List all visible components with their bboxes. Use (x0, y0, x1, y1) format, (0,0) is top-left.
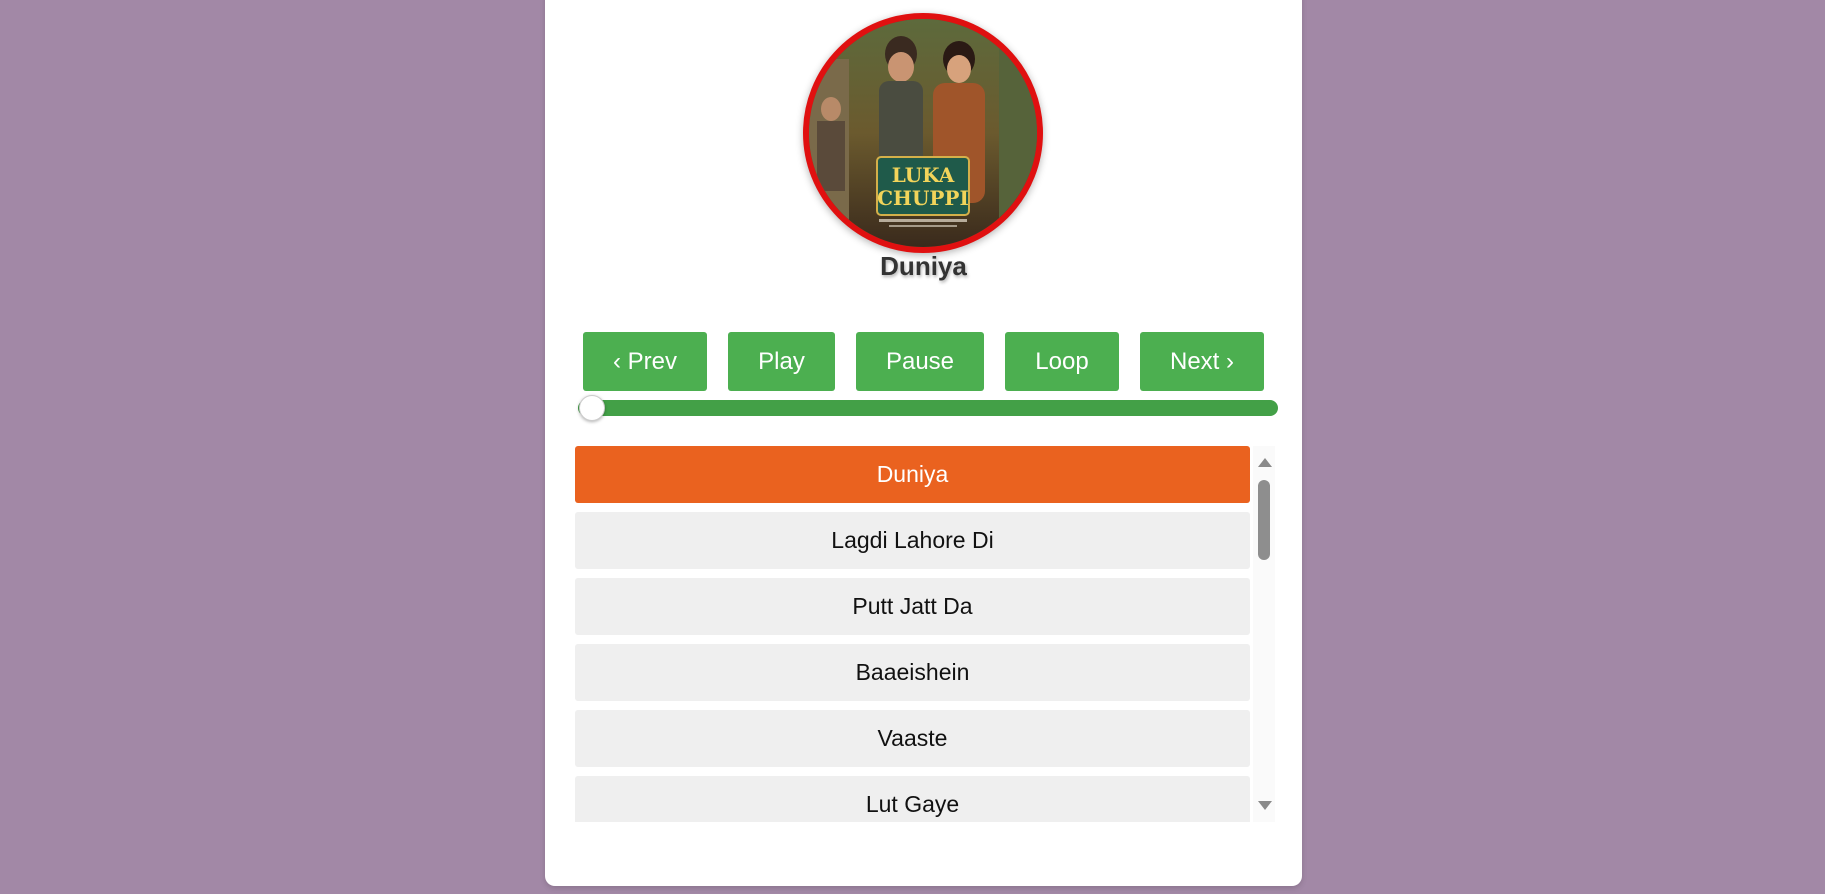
now-playing-title: Duniya (880, 251, 967, 281)
pause-button[interactable]: Pause (856, 332, 984, 391)
playlist-item[interactable]: Baaeishein (575, 644, 1250, 701)
scroll-down-arrow-icon[interactable] (1258, 801, 1272, 810)
cover-logo-line1: LUKA (892, 163, 955, 187)
playlist: Duniya Lagdi Lahore Di Putt Jatt Da Baaeish… (575, 446, 1275, 822)
scroll-up-arrow-icon[interactable] (1258, 458, 1272, 467)
prev-button[interactable]: ‹ Prev (583, 332, 707, 391)
playlist-item[interactable]: Vaaste (575, 710, 1250, 767)
play-button[interactable]: Play (728, 332, 835, 391)
cover-logo-line2: CHUPPI (877, 186, 969, 210)
album-cover: LUKA CHUPPI (803, 13, 1043, 253)
playlist-item[interactable]: Lut Gaye (575, 776, 1250, 822)
playlist-item[interactable]: Lagdi Lahore Di (575, 512, 1250, 569)
progress-slider-thumb[interactable] (579, 395, 605, 421)
progress-slider[interactable] (578, 395, 1278, 421)
playlist-items: Duniya Lagdi Lahore Di Putt Jatt Da Baaeish… (575, 446, 1250, 822)
loop-button[interactable]: Loop (1005, 332, 1119, 391)
playback-controls: ‹ Prev Play Pause Loop Next › (545, 332, 1302, 391)
player-card: LUKA CHUPPI Duniya ‹ Prev Play Pause Loo… (545, 0, 1302, 886)
album-cover-art: LUKA CHUPPI (809, 19, 1037, 247)
playlist-item[interactable]: Putt Jatt Da (575, 578, 1250, 635)
next-button[interactable]: Next › (1140, 332, 1264, 391)
scrollbar-thumb[interactable] (1258, 480, 1270, 560)
playlist-item-active[interactable]: Duniya (575, 446, 1250, 503)
playlist-scrollbar[interactable] (1253, 446, 1275, 822)
